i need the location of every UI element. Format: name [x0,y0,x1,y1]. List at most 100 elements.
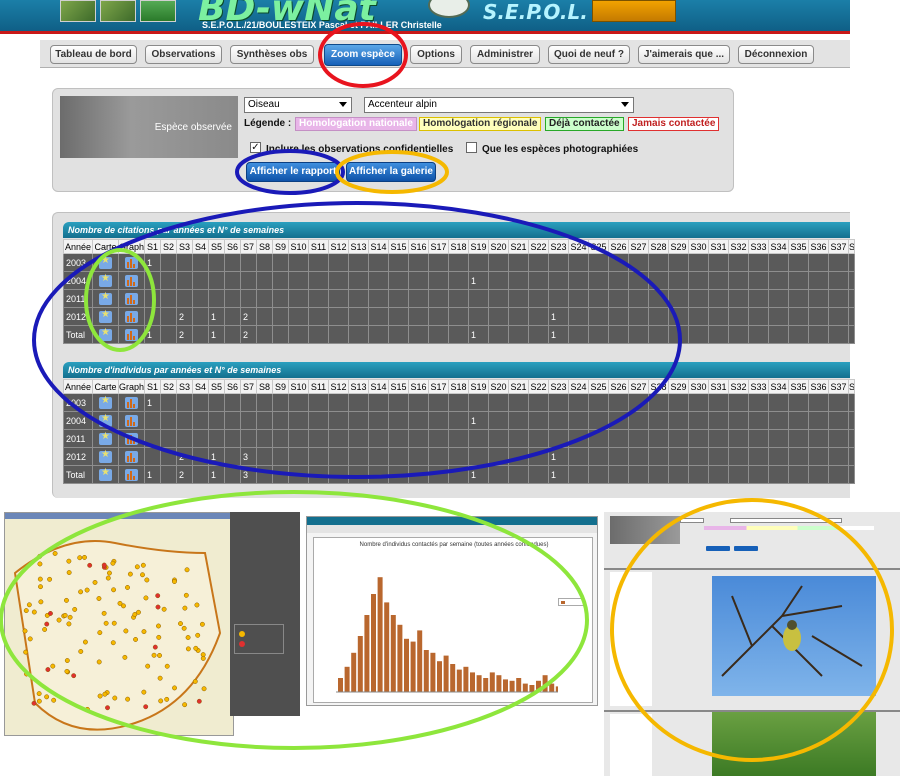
map-icon[interactable] [99,255,112,269]
week-cell [748,465,769,484]
column-header: S23 [548,379,569,394]
week-cell [588,325,609,344]
week-cell [224,325,241,344]
map-cell[interactable] [92,465,119,484]
map-marker-icon [97,693,103,699]
column-header: S17 [428,239,449,254]
week-cell [368,447,389,466]
map-cell[interactable] [92,411,119,430]
graph-cell[interactable] [118,253,145,272]
graph-cell[interactable] [118,271,145,290]
include-confidential-checkbox[interactable]: ✓ [250,142,261,153]
graph-icon[interactable] [125,414,138,427]
map-marker-icon [23,649,29,655]
graph-icon[interactable] [125,468,138,481]
tab-observations[interactable]: Observations [145,45,222,64]
graph-icon[interactable] [125,396,138,409]
tab-tableau-de-bord[interactable]: Tableau de bord [50,45,137,64]
column-header: S27 [628,379,649,394]
graph-cell[interactable] [118,465,145,484]
week-cell: 1 [144,253,161,272]
map-icon[interactable] [99,431,112,445]
graph-icon[interactable] [125,292,138,305]
graph-cell[interactable] [118,307,145,326]
map-icon[interactable] [99,395,112,409]
map-icon[interactable] [99,413,112,427]
week-cell [368,465,389,484]
map-marker-icon [122,654,128,660]
show-gallery-button[interactable]: Afficher la galerie [346,162,436,182]
week-cell [176,429,193,448]
graph-cell[interactable] [118,447,145,466]
map-icon[interactable] [99,309,112,323]
column-header: S31 [708,379,729,394]
week-cell: 2 [240,307,257,326]
map-icon[interactable] [99,273,112,287]
week-cell [708,307,729,326]
map-marker-icon [194,602,200,608]
map-marker-icon [157,675,163,681]
tab-quoi-de-neuf[interactable]: Quoi de neuf ? [548,45,630,64]
map-cell[interactable] [92,307,119,326]
graph-icon[interactable] [125,310,138,323]
graph-icon[interactable] [125,450,138,463]
species-select[interactable]: Accenteur alpin [364,97,634,113]
tab-zoom-espece[interactable]: Zoom espèce [324,44,402,66]
graph-icon[interactable] [125,256,138,269]
map-icon[interactable] [99,291,112,305]
table-row: 2011 [63,429,855,448]
week-cell [588,253,609,272]
chevron-down-icon [339,102,347,107]
tab-jaimerais-que[interactable]: J'aimerais que ... [638,45,730,64]
histogram-bar [390,615,396,692]
map-cell[interactable] [92,325,119,344]
map-icon[interactable] [99,327,112,341]
map-marker-icon [97,630,103,636]
photographed-only-checkbox[interactable] [466,142,477,153]
week-cell [808,325,829,344]
graph-cell[interactable] [118,429,145,448]
map-marker-icon [66,558,72,564]
graph-cell[interactable] [118,325,145,344]
photographed-only-label: Que les espèces photographiées [482,144,639,155]
tab-deconnexion[interactable]: Déconnexion [738,45,814,64]
graph-cell[interactable] [118,393,145,412]
graph-cell[interactable] [118,289,145,308]
group-select[interactable]: Oiseau [244,97,352,113]
graph-icon[interactable] [125,274,138,287]
map-marker-icon [64,658,70,663]
map-cell[interactable] [92,393,119,412]
map-marker-icon [72,606,78,612]
map-cell[interactable] [92,271,119,290]
column-header: S32 [728,239,749,254]
week-cell [160,447,177,466]
graph-icon[interactable] [125,432,138,445]
week-cell [608,447,629,466]
map-cell[interactable] [92,253,119,272]
week-cell [788,429,809,448]
graph-icon[interactable] [125,328,138,341]
week-cell [160,393,177,412]
show-report-button[interactable]: Afficher le rapport [246,162,340,182]
tab-administrer[interactable]: Administrer [470,45,540,64]
map-icon[interactable] [99,449,112,463]
map-legend-marker-icon [239,641,245,647]
map-cell[interactable] [92,289,119,308]
week-cell [808,253,829,272]
column-header: S30 [688,379,709,394]
week-cell [224,447,241,466]
tab-syntheses-obs[interactable]: Synthèses obs [230,45,314,64]
column-header: Carte [92,239,119,254]
week-cell [748,429,769,448]
graph-cell[interactable] [118,411,145,430]
week-cell [608,253,629,272]
map-cell[interactable] [92,447,119,466]
tab-options[interactable]: Options [410,45,462,64]
map-cell[interactable] [92,429,119,448]
week-cell [848,325,855,344]
column-header: S11 [308,379,329,394]
week-cell [628,393,649,412]
map-marker-icon [23,608,29,614]
map-marker-icon [155,604,161,610]
map-icon[interactable] [99,467,112,481]
